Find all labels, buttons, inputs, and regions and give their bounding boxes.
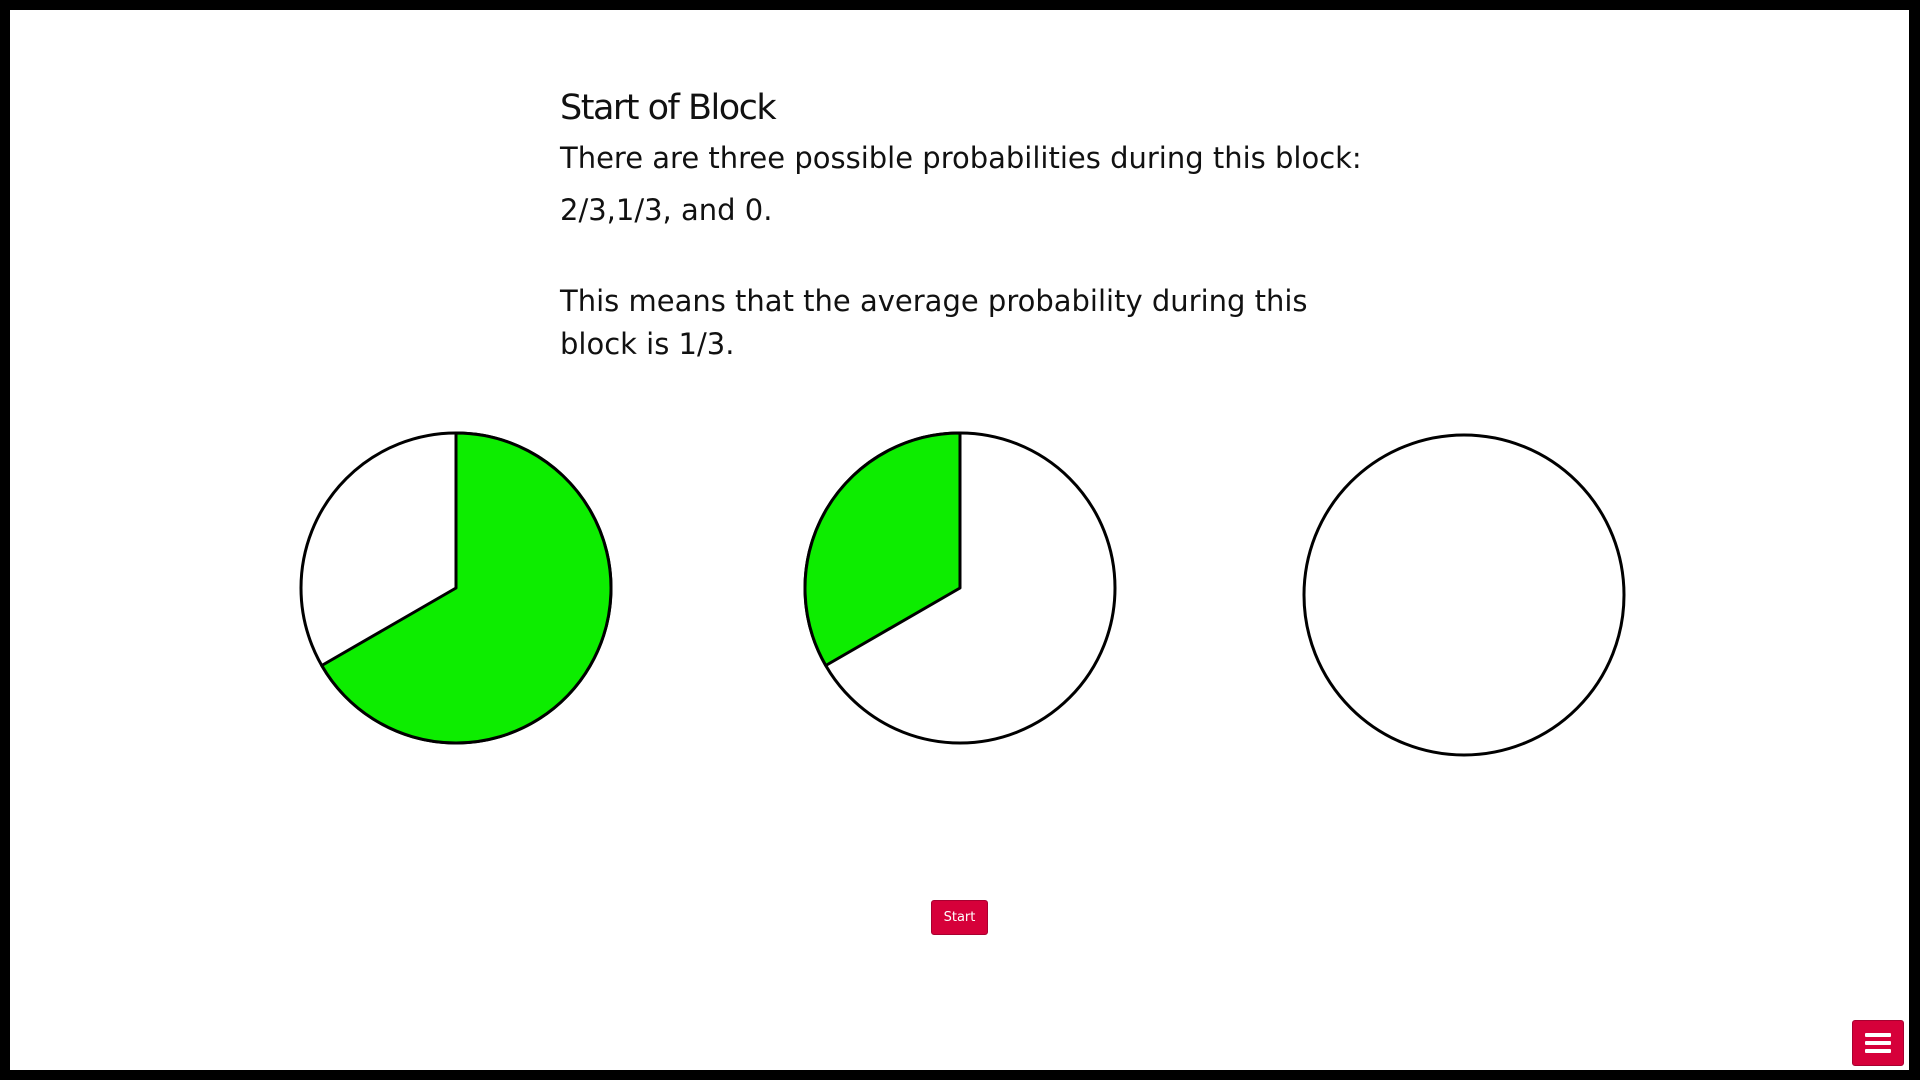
pie-3-empty-slice [1302, 433, 1626, 757]
menu-button[interactable] [1852, 1020, 1904, 1066]
hamburger-menu-icon [1865, 1033, 1891, 1053]
survey-page: Start of Block There are three possible … [10, 10, 1909, 1070]
pie-chart-3 [1302, 433, 1626, 757]
pie-chart-1 [299, 431, 613, 745]
pie-chart-2 [803, 431, 1117, 745]
start-button[interactable]: Start [931, 900, 988, 935]
